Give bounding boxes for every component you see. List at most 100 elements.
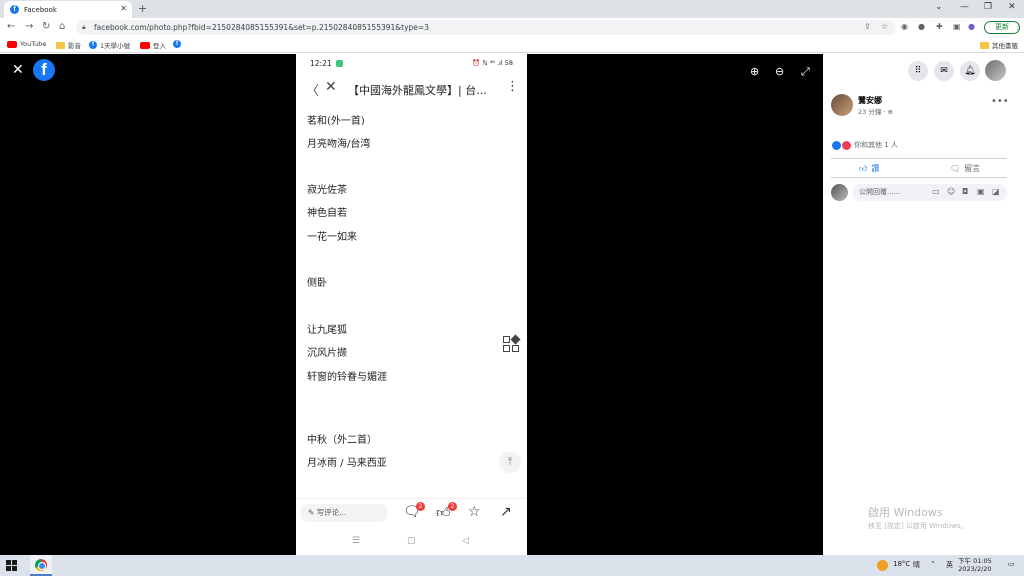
- bookmark-facebook[interactable]: f: [173, 40, 184, 48]
- taskbar-clock[interactable]: 下午 01:05 2023/2/20: [958, 557, 992, 573]
- globe-icon: ⊕: [887, 108, 893, 116]
- folder-icon: [56, 41, 65, 49]
- share-icon[interactable]: ⇪: [864, 22, 871, 31]
- post-actions: 👍︎ 讚 🗨︎ 留言: [831, 158, 1007, 178]
- sticker-icon[interactable]: ◪: [992, 187, 1000, 196]
- window-close-icon[interactable]: ✕: [1008, 2, 1016, 12]
- phone-status-icons: ⏰ ℕ ⁴⁶ .ıl 58: [472, 59, 513, 67]
- app-notification-icon: [336, 60, 343, 67]
- facebook-favicon-icon: f: [10, 5, 19, 14]
- comments-badge: 2: [416, 502, 425, 511]
- love-reaction-icon: [842, 140, 851, 150]
- zoom-in-icon[interactable]: ⊕: [750, 65, 759, 78]
- reload-icon[interactable]: ↻: [42, 21, 50, 32]
- close-viewer-icon[interactable]: ✕: [12, 62, 24, 78]
- messenger-icon[interactable]: ✉: [934, 61, 954, 81]
- account-avatar[interactable]: [985, 60, 1006, 81]
- grid-menu-icon: [503, 334, 523, 356]
- chrome-icon: [35, 559, 47, 571]
- facebook-logo-icon[interactable]: f: [33, 59, 55, 81]
- bookmark-youtube[interactable]: YouTube: [7, 40, 46, 48]
- reaction-summary[interactable]: 你和其他 1 人: [832, 140, 898, 150]
- tab-search-icon[interactable]: ⌄: [935, 2, 943, 12]
- bookmark-login[interactable]: 登入: [140, 40, 166, 50]
- temperature[interactable]: 18°C: [893, 560, 910, 568]
- bookmark-video-folder[interactable]: 影音: [56, 40, 81, 50]
- windows-activation-watermark: 啟用 Windows 移至 [設定] 以啟用 Windows。: [868, 506, 968, 530]
- windows-start-icon[interactable]: [6, 560, 17, 571]
- article-title: 【中國海外龍鳳文學】| 台...: [348, 84, 487, 97]
- phone-close-icon: ✕: [325, 79, 337, 95]
- avatar-sticker-icon[interactable]: ▭: [932, 187, 940, 196]
- facebook-icon: f: [173, 40, 181, 48]
- poem-line: 茗和(外一首): [307, 116, 365, 127]
- lock-icon[interactable]: 🔒︎: [82, 20, 86, 35]
- bookmark-star-icon[interactable]: ☆: [881, 22, 888, 31]
- taskbar-chrome[interactable]: [30, 555, 52, 576]
- forward-icon[interactable]: →: [25, 21, 33, 32]
- weather-icon[interactable]: [877, 560, 888, 571]
- poem-line: 沉风片撷: [307, 348, 347, 359]
- gif-icon[interactable]: ▣: [977, 187, 985, 196]
- weather-text[interactable]: 晴: [913, 560, 920, 570]
- minimize-icon[interactable]: —: [960, 2, 969, 12]
- new-tab-icon[interactable]: +: [138, 2, 147, 15]
- sidepanel-icon[interactable]: ▣: [953, 22, 961, 31]
- notifications-icon[interactable]: 🔔︎: [960, 61, 980, 81]
- article-header: 〈 ✕ 【中國海外龍鳳文學】| 台... ⋮: [296, 76, 527, 102]
- back-triangle-icon: ◁: [462, 536, 469, 546]
- tray-arrow-icon[interactable]: ⌃: [930, 560, 936, 568]
- fullscreen-icon[interactable]: ⤢: [801, 65, 810, 79]
- phone-nav-bar: ☰ ▢ ◁: [296, 528, 527, 555]
- likes-badge: 2: [448, 502, 457, 511]
- home-icon: ▢: [407, 536, 416, 546]
- youtube-icon: [7, 40, 17, 48]
- phone-more-icon: ⋮: [506, 79, 519, 94]
- phone-time: 12:21: [310, 59, 332, 68]
- photo-image: 12:21 ⏰ ℕ ⁴⁶ .ıl 58 〈 ✕ 【中國海外龍鳳文學】| 台...…: [296, 54, 527, 555]
- share-icon: ↗: [500, 504, 512, 520]
- folder-icon: [980, 41, 989, 49]
- comment-button[interactable]: 🗨︎ 留言: [950, 163, 980, 174]
- camera-icon[interactable]: ◘: [962, 187, 968, 196]
- ime-indicator[interactable]: 英: [946, 560, 953, 570]
- poster-avatar[interactable]: [831, 94, 853, 116]
- poem-line: 月亮吻海/台湾: [307, 139, 371, 150]
- reply-row: 公開回覆...... ▭ ☺ ◘ ▣ ◪: [831, 184, 1007, 202]
- home-icon[interactable]: ⌂: [59, 21, 65, 32]
- my-avatar: [831, 184, 848, 201]
- extensions-puzzle-icon[interactable]: ✚: [936, 22, 943, 31]
- menu-grid-icon[interactable]: ⠿: [908, 61, 928, 81]
- thumbs-up-icon: 👍︎: [859, 163, 868, 173]
- other-bookmarks[interactable]: 其他書籤: [980, 40, 1018, 50]
- zoom-out-icon[interactable]: ⊖: [775, 65, 784, 78]
- phone-status-bar: 12:21 ⏰ ℕ ⁴⁶ .ıl 58: [296, 54, 527, 74]
- tab-strip: f Facebook ✕ + ⌄ — ❐ ✕: [0, 0, 1024, 18]
- back-icon[interactable]: ←: [7, 21, 15, 32]
- profile-icon[interactable]: ●: [968, 22, 975, 31]
- tab-title: Facebook: [24, 5, 57, 14]
- comment-field: ✎ 写评论...: [300, 504, 388, 522]
- youtube-icon: [140, 41, 150, 49]
- emoji-icon[interactable]: ☺: [947, 187, 955, 196]
- notifications-tray-icon[interactable]: ▭: [1008, 560, 1015, 568]
- poem-line: 中秋（外二首）: [307, 435, 377, 446]
- post-timestamp[interactable]: 23 分鐘 · ⊕: [858, 106, 893, 116]
- bookmark-trumpet[interactable]: f 1天學小號: [89, 40, 130, 50]
- reactions-text: 你和其他 1 人: [854, 141, 898, 149]
- extension-icon[interactable]: ◉: [901, 22, 908, 31]
- like-button[interactable]: 👍︎ 讚: [859, 163, 879, 174]
- tab-facebook[interactable]: f Facebook ✕: [4, 1, 132, 18]
- maximize-icon[interactable]: ❐: [984, 2, 992, 12]
- poem-line: 寂光佐茶: [307, 185, 347, 196]
- facebook-icon: f: [89, 41, 97, 49]
- poster-name[interactable]: 鷺安娜: [858, 95, 882, 106]
- post-options-icon[interactable]: •••: [991, 96, 1009, 107]
- address-bar[interactable]: 🔒︎ facebook.com/photo.php?fbid=215028408…: [76, 20, 896, 35]
- article-action-bar: ✎ 写评论... 🗨︎ 2 👍︎ 2 ☆ ↗: [296, 498, 527, 526]
- browser-menu-icon[interactable]: ⋮: [1014, 22, 1022, 31]
- phone-back-icon: 〈: [306, 84, 320, 99]
- poem-line: 侧卧: [307, 278, 327, 289]
- tab-close-icon[interactable]: ✕: [120, 4, 127, 13]
- extension-red-icon[interactable]: ●: [918, 22, 925, 31]
